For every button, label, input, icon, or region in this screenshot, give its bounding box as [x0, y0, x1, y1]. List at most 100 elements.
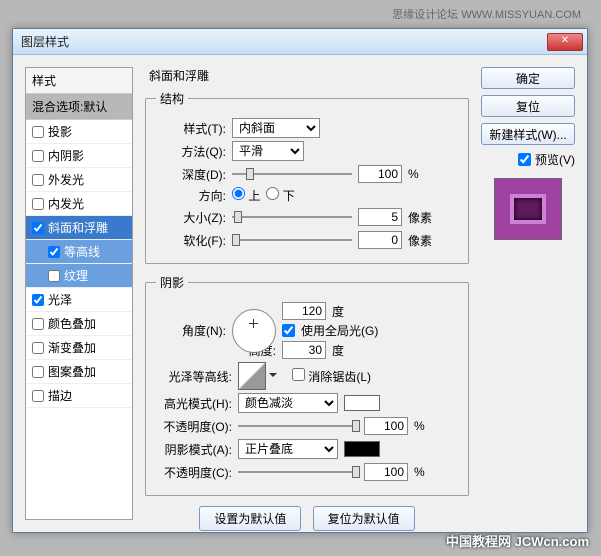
- sidebar-label-11: 描边: [48, 387, 72, 404]
- contour-label: 光泽等高线:: [156, 368, 232, 385]
- depth-unit: %: [408, 167, 419, 181]
- sidebar-item-10[interactable]: 图案叠加: [26, 360, 132, 384]
- depth-slider[interactable]: [232, 164, 352, 184]
- shading-group: 阴影 角度(N): 度 使用全局光(G) 高度: 度: [145, 274, 469, 496]
- shadow-opacity-unit: %: [414, 465, 425, 479]
- ok-button[interactable]: 确定: [481, 67, 575, 89]
- sidebar-label-7: 光泽: [48, 291, 72, 308]
- sidebar-checkbox-1[interactable]: [32, 150, 44, 162]
- direction-label: 方向:: [156, 187, 226, 204]
- structure-group: 结构 样式(T): 内斜面 方法(Q): 平滑 深度(D): % 方向:: [145, 90, 469, 264]
- preview-checkbox[interactable]: 预览(V): [481, 151, 575, 168]
- sidebar-checkbox-4[interactable]: [32, 222, 44, 234]
- sidebar-label-1: 内阴影: [48, 147, 84, 164]
- reset-default-button[interactable]: 复位为默认值: [313, 506, 415, 531]
- antialias-checkbox[interactable]: 消除锯齿(L): [292, 368, 371, 385]
- altitude-unit: 度: [332, 342, 344, 359]
- center-panel: 斜面和浮雕 结构 样式(T): 内斜面 方法(Q): 平滑 深度(D): %: [145, 67, 469, 520]
- sidebar-label-5: 等高线: [64, 243, 100, 260]
- preview-swatch: [494, 178, 562, 240]
- highlight-mode-label: 高光模式(H):: [156, 395, 232, 412]
- sidebar-label-10: 图案叠加: [48, 363, 96, 380]
- sidebar-checkbox-10[interactable]: [32, 366, 44, 378]
- sidebar-item-9[interactable]: 渐变叠加: [26, 336, 132, 360]
- angle-unit: 度: [332, 303, 344, 320]
- cancel-button[interactable]: 复位: [481, 95, 575, 117]
- sidebar-item-4[interactable]: 斜面和浮雕: [26, 216, 132, 240]
- dialog-title: 图层样式: [21, 33, 547, 50]
- shadow-mode-label: 阴影模式(A):: [156, 441, 232, 458]
- angle-label: 角度(N):: [156, 322, 226, 339]
- soften-input[interactable]: [358, 231, 402, 249]
- right-panel: 确定 复位 新建样式(W)... 预览(V): [481, 67, 575, 520]
- sidebar-label-2: 外发光: [48, 171, 84, 188]
- new-style-button[interactable]: 新建样式(W)...: [481, 123, 575, 145]
- sidebar-checkbox-6[interactable]: [48, 270, 60, 282]
- sidebar-checkbox-11[interactable]: [32, 390, 44, 402]
- direction-up[interactable]: 上: [232, 187, 260, 204]
- sidebar-item-11[interactable]: 描边: [26, 384, 132, 408]
- watermark-bottom: 中国教程网 JCWcn.com: [446, 531, 589, 550]
- structure-legend: 结构: [156, 90, 188, 107]
- angle-input[interactable]: [282, 302, 326, 320]
- sidebar-label-8: 颜色叠加: [48, 315, 96, 332]
- sidebar-label-4: 斜面和浮雕: [48, 219, 108, 236]
- styles-sidebar: 样式 混合选项:默认 投影内阴影外发光内发光斜面和浮雕等高线纹理光泽颜色叠加渐变…: [25, 67, 133, 520]
- contour-picker[interactable]: [238, 362, 266, 390]
- titlebar: 图层样式 ✕: [13, 29, 587, 55]
- depth-label: 深度(D):: [156, 166, 226, 183]
- sidebar-label-6: 纹理: [64, 267, 88, 284]
- sidebar-checkbox-0[interactable]: [32, 126, 44, 138]
- soften-label: 软化(F):: [156, 232, 226, 249]
- sidebar-label-9: 渐变叠加: [48, 339, 96, 356]
- size-unit: 像素: [408, 209, 432, 226]
- sidebar-item-8[interactable]: 颜色叠加: [26, 312, 132, 336]
- sidebar-item-7[interactable]: 光泽: [26, 288, 132, 312]
- sidebar-checkbox-9[interactable]: [32, 342, 44, 354]
- sidebar-item-2[interactable]: 外发光: [26, 168, 132, 192]
- sidebar-header-blend[interactable]: 混合选项:默认: [26, 94, 132, 120]
- sidebar-checkbox-5[interactable]: [48, 246, 60, 258]
- panel-title: 斜面和浮雕: [145, 67, 469, 90]
- shadow-color-swatch[interactable]: [344, 441, 380, 457]
- soften-slider[interactable]: [232, 230, 352, 250]
- sidebar-item-5[interactable]: 等高线: [26, 240, 132, 264]
- sidebar-checkbox-8[interactable]: [32, 318, 44, 330]
- size-slider[interactable]: [232, 207, 352, 227]
- direction-down[interactable]: 下: [266, 187, 294, 204]
- shadow-opacity-label: 不透明度(C):: [156, 464, 232, 481]
- highlight-color-swatch[interactable]: [344, 395, 380, 411]
- sidebar-label-0: 投影: [48, 123, 72, 140]
- global-light-checkbox[interactable]: 使用全局光(G): [282, 322, 378, 339]
- sidebar-label-3: 内发光: [48, 195, 84, 212]
- make-default-button[interactable]: 设置为默认值: [199, 506, 301, 531]
- chevron-down-icon[interactable]: [269, 373, 277, 381]
- shadow-opacity-slider[interactable]: [238, 462, 358, 482]
- altitude-input[interactable]: [282, 341, 326, 359]
- sidebar-checkbox-7[interactable]: [32, 294, 44, 306]
- highlight-mode-select[interactable]: 颜色减淡: [238, 393, 338, 413]
- sidebar-checkbox-3[interactable]: [32, 198, 44, 210]
- close-button[interactable]: ✕: [547, 33, 583, 51]
- highlight-opacity-input[interactable]: [364, 417, 408, 435]
- depth-input[interactable]: [358, 165, 402, 183]
- shadow-mode-select[interactable]: 正片叠底: [238, 439, 338, 459]
- shading-legend: 阴影: [156, 274, 188, 291]
- technique-select[interactable]: 平滑: [232, 141, 304, 161]
- angle-dial[interactable]: [232, 309, 276, 353]
- style-select[interactable]: 内斜面: [232, 118, 320, 138]
- technique-label: 方法(Q):: [156, 143, 226, 160]
- sidebar-checkbox-2[interactable]: [32, 174, 44, 186]
- sidebar-item-0[interactable]: 投影: [26, 120, 132, 144]
- size-input[interactable]: [358, 208, 402, 226]
- sidebar-item-3[interactable]: 内发光: [26, 192, 132, 216]
- highlight-opacity-label: 不透明度(O):: [156, 418, 232, 435]
- shadow-opacity-input[interactable]: [364, 463, 408, 481]
- highlight-opacity-unit: %: [414, 419, 425, 433]
- sidebar-item-6[interactable]: 纹理: [26, 264, 132, 288]
- size-label: 大小(Z):: [156, 209, 226, 226]
- highlight-opacity-slider[interactable]: [238, 416, 358, 436]
- sidebar-item-1[interactable]: 内阴影: [26, 144, 132, 168]
- sidebar-header-styles[interactable]: 样式: [26, 68, 132, 94]
- watermark-top: 思缘设计论坛 WWW.MISSYUAN.COM: [392, 6, 581, 22]
